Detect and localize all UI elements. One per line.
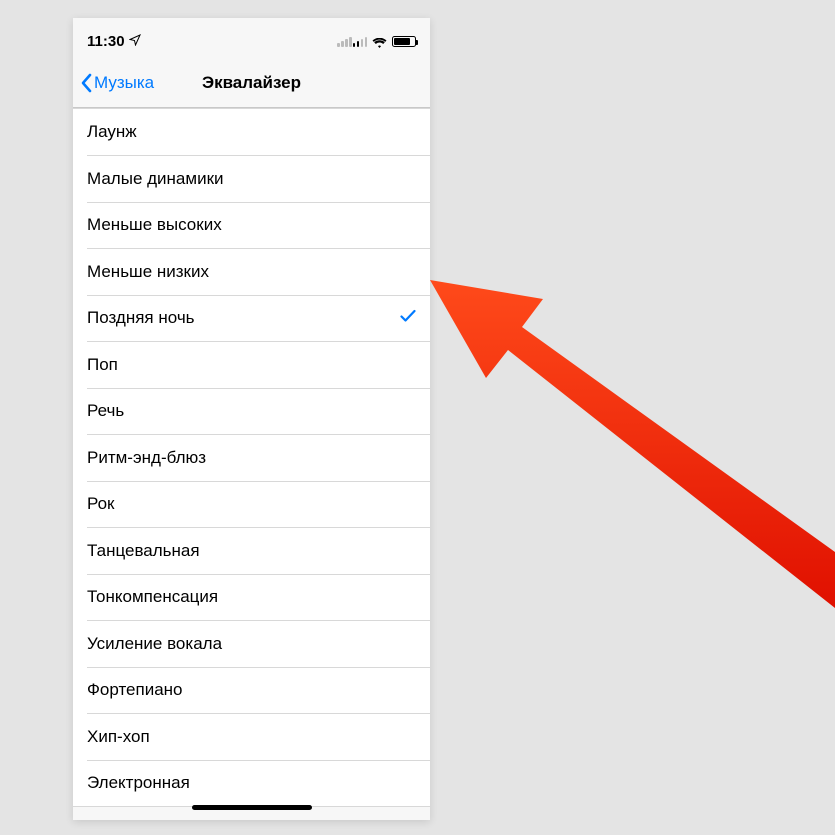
back-label: Музыка <box>94 73 154 93</box>
list-item[interactable]: Лаунж <box>73 109 430 156</box>
list-item-label: Электронная <box>87 773 190 793</box>
checkmark-icon <box>400 309 416 328</box>
location-arrow-icon <box>129 34 141 49</box>
list-item-label: Лаунж <box>87 122 137 142</box>
list-item[interactable]: Тонкомпенсация <box>73 574 430 621</box>
list-item-label: Танцевальная <box>87 541 200 561</box>
phone-frame: 11:30 Музыка Эквалайзер Лаунж Малые динам… <box>73 18 430 820</box>
list-item[interactable]: Малые динамики <box>73 156 430 203</box>
list-item-label: Рок <box>87 494 114 514</box>
status-bar: 11:30 <box>73 18 430 58</box>
status-time: 11:30 <box>87 33 125 50</box>
list-item-label: Усиление вокала <box>87 634 222 654</box>
list-item-label: Ритм-энд-блюз <box>87 448 206 468</box>
list-item[interactable]: Ритм-энд-блюз <box>73 435 430 482</box>
list-item-label: Поздняя ночь <box>87 308 195 328</box>
list-item[interactable]: Электронная <box>73 760 430 807</box>
list-item-label: Фортепиано <box>87 680 183 700</box>
equalizer-list: Лаунж Малые динамики Меньше высоких Меньше … <box>73 108 430 807</box>
list-item[interactable]: Танцевальная <box>73 528 430 575</box>
signal-icon <box>337 36 367 47</box>
list-item-label: Тонкомпенсация <box>87 587 218 607</box>
list-item-label: Хип-хоп <box>87 727 150 747</box>
list-item-label: Поп <box>87 355 118 375</box>
list-item[interactable]: Меньше высоких <box>73 202 430 249</box>
battery-icon <box>392 36 416 47</box>
nav-bar: Музыка Эквалайзер <box>73 58 430 108</box>
wifi-icon <box>372 36 387 47</box>
status-left: 11:30 <box>87 33 141 50</box>
list-item[interactable]: Фортепиано <box>73 667 430 714</box>
list-item-label: Речь <box>87 401 124 421</box>
list-item[interactable]: Речь <box>73 388 430 435</box>
list-item[interactable]: Меньше низких <box>73 249 430 296</box>
home-indicator[interactable] <box>192 805 312 810</box>
list-item-label: Меньше высоких <box>87 215 222 235</box>
list-item[interactable]: Поп <box>73 342 430 389</box>
list-item[interactable]: Хип-хоп <box>73 714 430 761</box>
list-item[interactable]: Поздняя ночь <box>73 295 430 342</box>
list-item-label: Малые динамики <box>87 169 224 189</box>
status-right <box>337 36 416 47</box>
back-button[interactable]: Музыка <box>73 73 154 93</box>
list-item[interactable]: Усиление вокала <box>73 621 430 668</box>
chevron-left-icon <box>79 73 93 93</box>
list-item[interactable]: Рок <box>73 481 430 528</box>
list-item-label: Меньше низких <box>87 262 209 282</box>
